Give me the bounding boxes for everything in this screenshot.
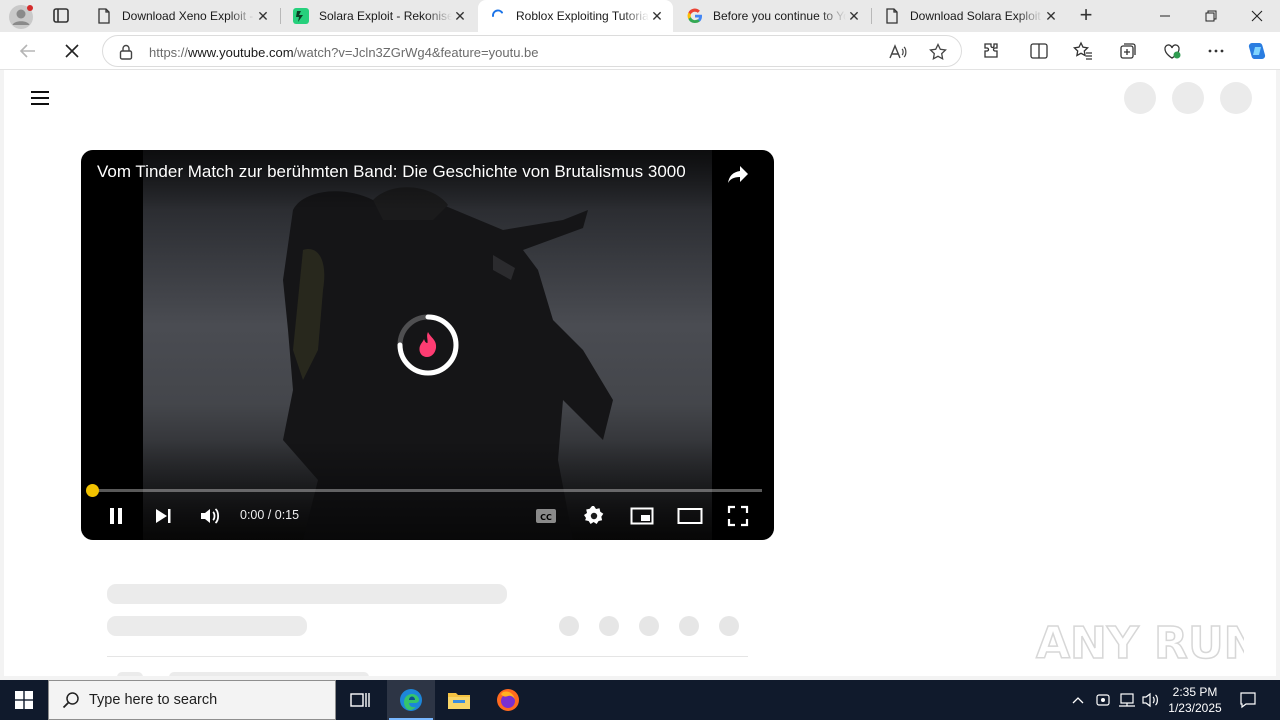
tab-title: Roblox Exploiting Tutoria [516, 9, 649, 23]
action-skeleton-dot [599, 616, 619, 636]
watermark-text: ANY RUN [1036, 618, 1244, 669]
comment-skeleton [117, 672, 143, 676]
share-icon[interactable] [726, 163, 750, 185]
tab-title: Solara Exploit - Rekonise [319, 9, 452, 23]
collections-icon[interactable] [1117, 40, 1139, 62]
volume-icon[interactable] [194, 501, 226, 531]
title-skeleton [107, 584, 507, 604]
rekonise-icon [293, 8, 309, 24]
show-hidden-icons-chevron-icon[interactable] [1068, 680, 1088, 720]
page-icon [96, 8, 112, 24]
close-tab-icon[interactable]: ✕ [1043, 8, 1059, 24]
favorite-star-icon[interactable] [928, 42, 948, 62]
header-placeholder-circle [1172, 82, 1204, 114]
comment-skeleton [169, 672, 369, 676]
notifications-icon[interactable] [1234, 680, 1262, 720]
action-skeleton-dot [639, 616, 659, 636]
action-skeleton-dot [559, 616, 579, 636]
tab-download-solara[interactable]: Download Solara Exploit ✕ [872, 0, 1067, 32]
browser-toolbar: https://www.youtube.com/watch?v=Jcln3ZGr… [0, 32, 1280, 70]
read-aloud-icon[interactable] [888, 42, 908, 62]
file-explorer-icon[interactable] [435, 680, 483, 720]
close-tab-icon[interactable]: ✕ [649, 8, 665, 24]
svg-text:CC: CC [540, 513, 552, 522]
clock-date: 1/23/2025 [1168, 701, 1222, 715]
pause-icon[interactable] [100, 501, 132, 531]
lock-icon[interactable] [119, 44, 133, 60]
more-menu-icon[interactable] [1205, 40, 1227, 62]
header-placeholder-circle [1220, 82, 1252, 114]
close-tab-icon[interactable]: ✕ [255, 8, 271, 24]
progress-scrubber-handle[interactable] [85, 484, 99, 497]
taskbar-search-input[interactable]: Type here to search [48, 680, 336, 720]
page-icon [884, 8, 900, 24]
action-skeleton-dot [679, 616, 699, 636]
url-text[interactable]: https://www.youtube.com/watch?v=Jcln3ZGr… [149, 45, 539, 60]
restore-icon[interactable] [1188, 0, 1234, 32]
clock-time: 2:35 PM [1172, 685, 1218, 699]
address-bar[interactable]: https://www.youtube.com/watch?v=Jcln3ZGr… [102, 35, 962, 67]
favorites-icon[interactable] [1072, 40, 1094, 62]
tab-actions-icon[interactable] [48, 4, 74, 28]
loading-spinner-icon [395, 312, 461, 378]
profile-avatar-icon[interactable] [8, 4, 34, 30]
anyrun-watermark: ANY RUN [1034, 608, 1261, 672]
search-placeholder: Type here to search [89, 692, 218, 708]
network-icon[interactable] [1116, 680, 1138, 720]
minimize-icon[interactable] [1142, 0, 1188, 32]
volume-tray-icon[interactable] [1140, 680, 1162, 720]
theater-mode-icon[interactable] [674, 501, 706, 531]
back-arrow-icon[interactable] [14, 37, 42, 65]
progress-bar[interactable] [92, 489, 762, 492]
time-display: 0:00 / 0:15 [240, 508, 300, 522]
subtitles-cc-icon[interactable]: CC [530, 501, 562, 531]
tab-title: Download Xeno Exploit - [122, 9, 254, 23]
fullscreen-icon[interactable] [722, 501, 754, 531]
tab-title: Download Solara Exploit [910, 9, 1041, 23]
url-host: www.youtube.com [188, 45, 294, 60]
tab-strip: Download Xeno Exploit - ✕ Solara Exploit… [0, 0, 1280, 32]
loading-spinner-icon [490, 8, 506, 24]
taskbar-clock[interactable]: 2:35 PM 1/23/2025 [1162, 684, 1228, 716]
windows-start-icon[interactable] [0, 680, 48, 720]
task-view-icon[interactable] [336, 680, 384, 720]
tab-title: Before you continue to Yo [713, 9, 846, 23]
video-title[interactable]: Vom Tinder Match zur berühmten Band: Die… [97, 162, 686, 182]
miniplayer-icon[interactable] [626, 501, 658, 531]
close-tab-icon[interactable]: ✕ [452, 8, 468, 24]
extensions-icon[interactable] [980, 40, 1002, 62]
menu-hamburger-icon[interactable] [31, 90, 51, 106]
firefox-icon[interactable] [484, 680, 532, 720]
close-tab-icon[interactable]: ✕ [846, 8, 862, 24]
tab-solara-rekonise[interactable]: Solara Exploit - Rekonise ✕ [281, 0, 476, 32]
header-placeholder-circle [1124, 82, 1156, 114]
stop-loading-icon[interactable] [58, 37, 86, 65]
split-screen-icon[interactable] [1028, 40, 1050, 62]
section-divider [107, 656, 748, 657]
search-icon [61, 690, 81, 710]
meet-now-icon[interactable] [1092, 680, 1114, 720]
google-icon [687, 8, 703, 24]
url-path: /watch?v=Jcln3ZGrWg4&feature=youtu.be [293, 45, 539, 60]
tab-download-xeno[interactable]: Download Xeno Exploit - ✕ [84, 0, 279, 32]
channel-skeleton [107, 616, 307, 636]
windows-taskbar: Type here to search 2:35 PM 1/23/2025 [0, 680, 1280, 720]
new-tab-plus-icon[interactable]: + [1074, 4, 1098, 28]
edge-taskbar-icon[interactable] [387, 680, 435, 720]
tab-roblox-tutorial[interactable]: Roblox Exploiting Tutoria ✕ [478, 0, 673, 32]
tab-google-consent[interactable]: Before you continue to Yo ✕ [675, 0, 870, 32]
browser-essentials-icon[interactable] [1161, 40, 1183, 62]
youtube-page: Vom Tinder Match zur berühmten Band: Die… [4, 70, 1276, 676]
next-video-icon[interactable] [147, 501, 179, 531]
tinder-flame-icon [419, 332, 437, 357]
action-skeleton-dot [719, 616, 739, 636]
video-player[interactable]: Vom Tinder Match zur berühmten Band: Die… [81, 150, 774, 540]
close-window-icon[interactable] [1234, 0, 1280, 32]
settings-gear-icon[interactable] [578, 501, 610, 531]
url-prefix: https:// [149, 45, 189, 60]
copilot-icon[interactable] [1246, 40, 1268, 62]
